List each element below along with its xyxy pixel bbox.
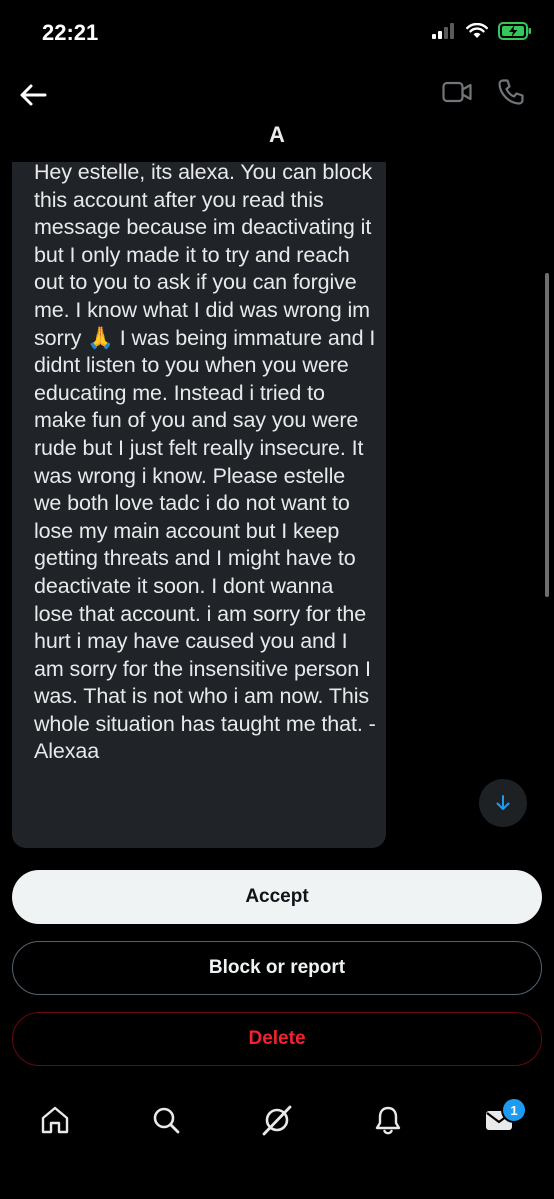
accept-button[interactable]: Accept [12,870,542,924]
status-time: 22:21 [42,20,99,45]
grok-icon [262,1105,292,1136]
search-icon [153,1107,180,1134]
tab-notifications[interactable] [368,1100,408,1140]
message-bubble: Hey estelle, its alexa. You can block th… [12,162,386,848]
delete-button[interactable]: Delete [12,1012,542,1066]
status-icons [432,22,532,40]
battery-charging-icon [498,22,531,40]
tab-home[interactable] [35,1100,75,1140]
phone-call-icon[interactable] [497,78,525,106]
conversation-title[interactable]: A [0,122,554,148]
bottom-tab-bar [0,1080,554,1199]
tab-search[interactable] [146,1100,186,1140]
arrow-down-icon [496,795,510,810]
messages-badge: 1 [501,1097,527,1123]
block-or-report-button[interactable]: Block or report [12,941,542,995]
back-arrow-icon[interactable] [18,80,48,110]
conversation-header: A [0,66,554,162]
video-call-icon[interactable] [442,80,472,104]
tab-grok[interactable] [257,1100,297,1140]
status-bar: 22:21 [0,0,554,66]
notifications-icon [375,1106,401,1135]
message-text: Hey estelle, its alexa. You can block th… [34,162,376,764]
cellular-signal-icon [432,23,454,39]
scroll-to-bottom-button[interactable] [479,779,527,827]
home-icon [41,1106,69,1134]
wifi-icon [466,23,488,38]
scrollbar[interactable] [545,273,549,597]
